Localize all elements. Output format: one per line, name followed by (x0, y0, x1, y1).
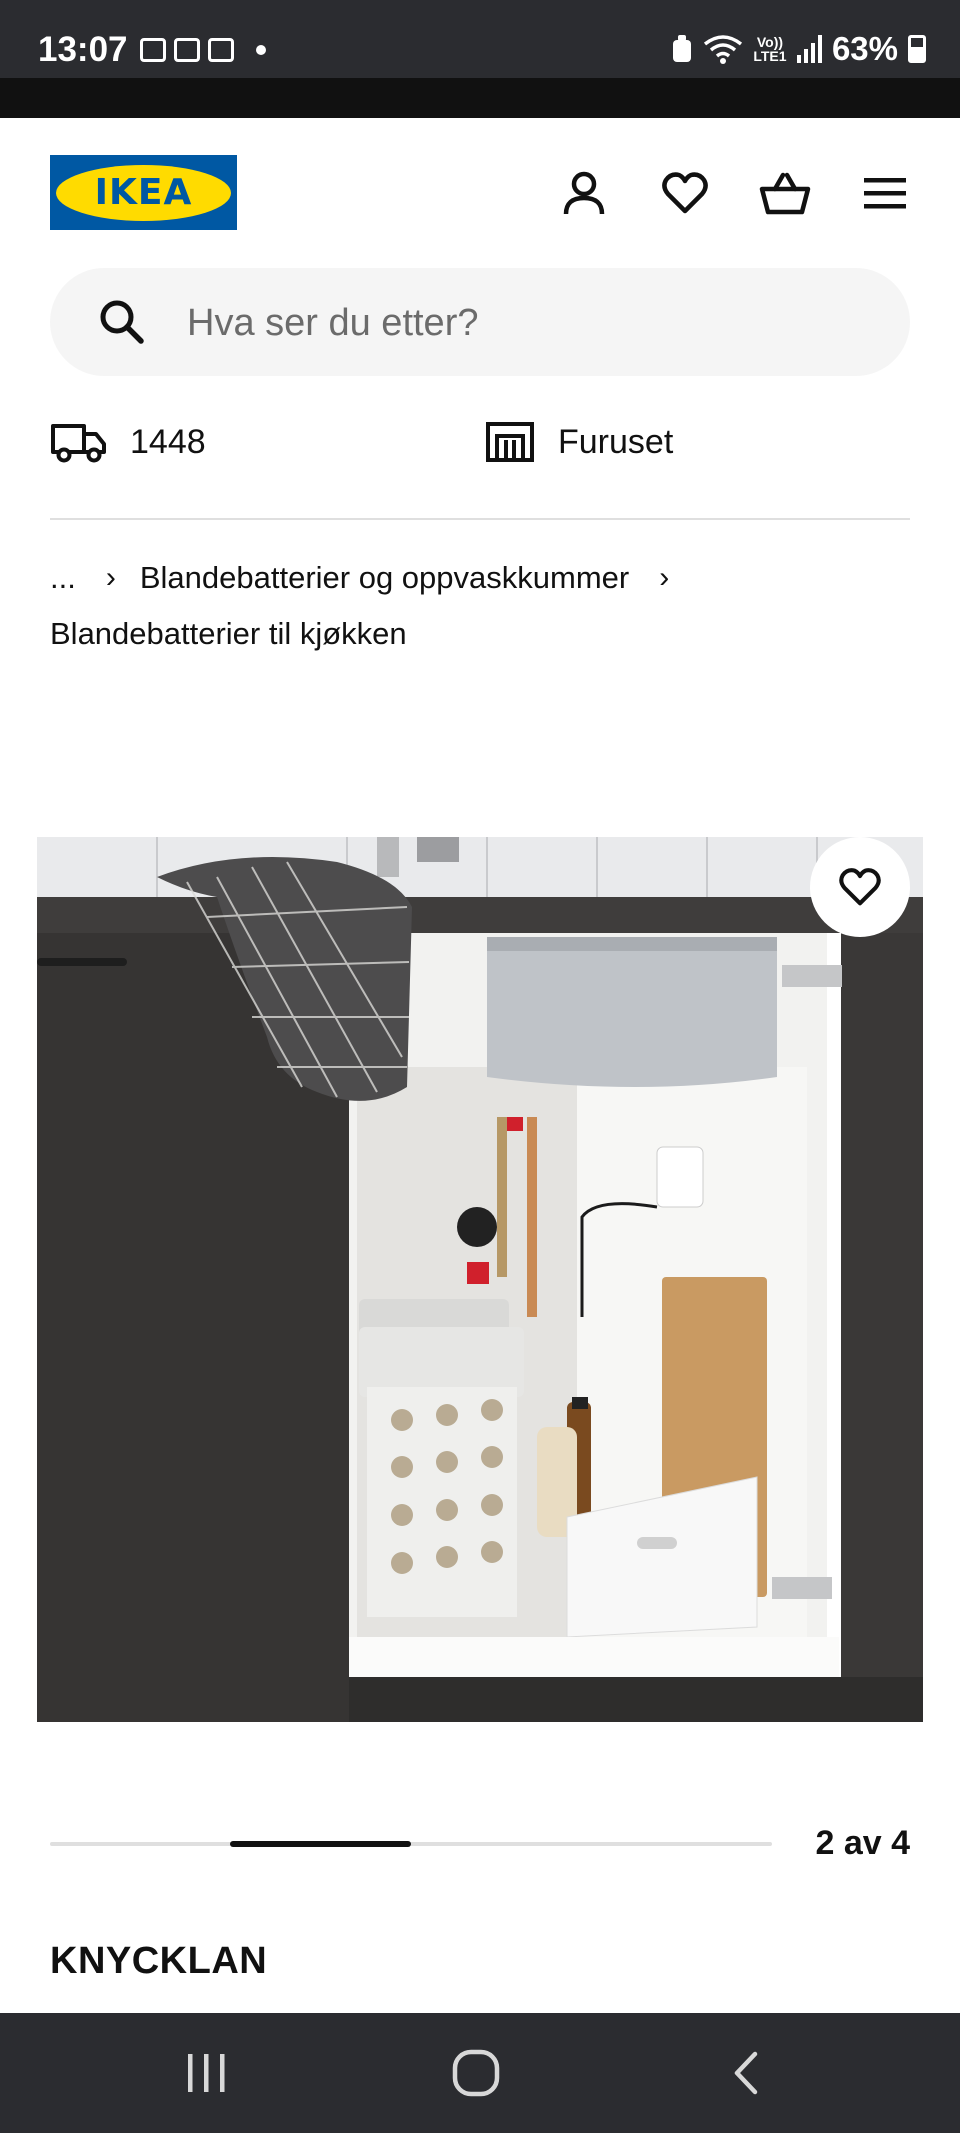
mail-notification-icon (208, 38, 234, 62)
product-photo-illustration (37, 837, 923, 1722)
browser-top-band (0, 78, 960, 118)
battery-icon (908, 35, 926, 63)
heart-icon (839, 868, 881, 906)
header-divider (50, 518, 910, 520)
breadcrumb-link-level1[interactable]: Blandebatterier og oppvaskkummer (140, 560, 629, 596)
truck-icon (51, 424, 106, 463)
heart-icon (662, 172, 708, 214)
store-name: Furuset (558, 422, 674, 461)
status-indicators: Vo)) LTE1 63% (671, 30, 926, 68)
breadcrumb-link-level2[interactable]: Blandebatterier til kjøkken (50, 616, 407, 652)
store-selector-button[interactable]: Furuset (484, 420, 673, 464)
chevron-right-icon: › (105, 561, 116, 594)
menu-button[interactable] (857, 165, 913, 221)
recycle-icon (672, 35, 691, 62)
gallery-scroll-track[interactable] (50, 1842, 772, 1846)
more-notifications-icon (256, 45, 266, 55)
search-bar[interactable] (50, 268, 910, 376)
user-icon (563, 171, 605, 215)
app-notification-icon (174, 38, 200, 62)
logo-oval: IKEA (56, 164, 231, 221)
product-image[interactable] (37, 837, 923, 1722)
add-to-favorites-button[interactable] (810, 837, 910, 937)
favorites-button[interactable] (657, 165, 713, 221)
back-chevron-icon (734, 2051, 758, 2095)
search-icon[interactable] (96, 296, 148, 348)
volte-indicator: Vo)) LTE1 (753, 34, 787, 64)
cart-button[interactable] (757, 165, 813, 221)
ikea-logo[interactable]: IKEA (50, 155, 237, 230)
delivery-postcode-button[interactable]: 1448 (50, 420, 206, 464)
gallery-scroll-thumb[interactable] (230, 1841, 411, 1847)
delivery-postcode: 1448 (130, 422, 206, 461)
breadcrumb-ellipsis[interactable]: ... (50, 560, 76, 596)
profile-button[interactable] (556, 165, 612, 221)
status-bar: 13:07 Vo)) LTE1 63% (0, 0, 960, 78)
battery-percent: 63% (831, 30, 898, 67)
signal-icon (796, 35, 822, 63)
home-icon (452, 2049, 500, 2097)
back-button[interactable] (716, 2043, 776, 2103)
recent-apps-button[interactable] (176, 2043, 236, 2103)
gallery-notification-icon (140, 38, 166, 62)
wifi-icon (703, 35, 743, 64)
product-name: KNYCKLAN (50, 1940, 268, 1982)
home-button[interactable] (446, 2043, 506, 2103)
system-nav-bar (0, 2013, 960, 2133)
breadcrumb: ... › Blandebatterier og oppvaskkummer › (50, 560, 693, 596)
chevron-right-icon: › (659, 561, 670, 594)
status-time: 13:07 (38, 30, 128, 69)
notification-icons (140, 38, 266, 62)
menu-icon (864, 178, 906, 209)
basket-icon (759, 172, 811, 215)
recent-apps-icon (188, 2054, 225, 2092)
search-input[interactable] (185, 292, 869, 354)
gallery-counter: 2 av 4 (815, 1824, 910, 1862)
store-icon (486, 422, 534, 462)
logo-text: IKEA (94, 172, 193, 213)
